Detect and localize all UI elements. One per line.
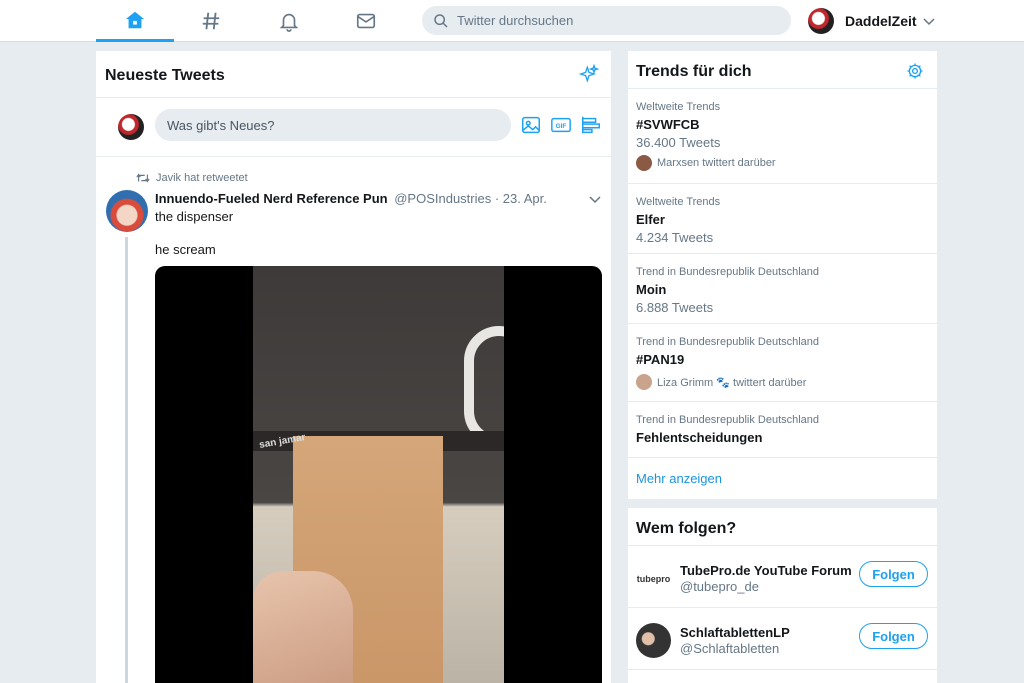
follow-button[interactable]: Folgen <box>859 623 928 649</box>
who-to-follow-panel: Wem folgen? tubepro TubePro.de YouTube F… <box>628 508 937 683</box>
trend-item[interactable]: Weltweite Trends #SVWFCB 36.400 Tweets M… <box>628 89 937 184</box>
trend-name: Elfer <box>636 212 665 227</box>
suggestion-handle: @Schlaftabletten <box>680 641 780 656</box>
trend-count: 4.234 Tweets <box>636 230 714 245</box>
tweet-text: the dispenser <box>155 209 234 224</box>
suggestion-name[interactable]: TubePro.de YouTube Forum <box>680 563 852 578</box>
page-title: Neueste Tweets <box>105 67 225 84</box>
suggestion-name[interactable]: SchlaftablettenLP <box>680 625 790 640</box>
trends-header: Trends für dich <box>628 51 937 89</box>
avatar[interactable] <box>636 623 671 658</box>
suggestion-handle: @tubepro_de <box>680 579 759 594</box>
trend-item[interactable]: Weltweite Trends Elfer 4.234 Tweets <box>628 184 937 254</box>
who-to-follow-header: Wem folgen? <box>628 508 937 546</box>
mail-icon <box>356 13 376 29</box>
account-name: DaddelZeit <box>845 13 917 29</box>
hand <box>253 571 353 683</box>
trend-category: Trend in Bundesrepublik Deutschland <box>636 266 820 278</box>
retweet-context[interactable]: Javik hat retweetet <box>136 172 248 184</box>
image-icon[interactable] <box>520 114 542 136</box>
nav-explore[interactable] <box>172 0 250 42</box>
trend-count: 6.888 Tweets <box>636 300 714 315</box>
trend-category: Trend in Bundesrepublik Deutschland <box>636 414 820 426</box>
who-to-follow-title: Wem folgen? <box>636 520 737 537</box>
trend-category: Weltweite Trends <box>636 196 721 208</box>
poll-icon[interactable] <box>580 114 602 136</box>
trend-context: Marxsen twittert darüber <box>636 155 776 171</box>
trend-context-text: Liza Grimm 🐾 twittert darüber <box>657 376 807 389</box>
show-more-link[interactable]: Mehr anzeigen <box>636 471 722 486</box>
avatar <box>636 155 652 171</box>
search-icon <box>434 13 448 28</box>
timeline-header: Neueste Tweets <box>96 51 611 98</box>
tweet-header: Innuendo-Fueled Nerd Reference Pun @POSI… <box>155 191 547 206</box>
avatar <box>118 114 144 140</box>
trend-name: Fehlentscheidungen <box>636 430 763 445</box>
trend-category: Trend in Bundesrepublik Deutschland <box>636 336 820 348</box>
trend-item[interactable]: Trend in Bundesrepublik Deutschland Fehl… <box>628 402 937 458</box>
hashtag-icon <box>202 12 220 30</box>
trend-name: #PAN19 <box>636 352 685 367</box>
suggestion-item[interactable]: SchlaftablettenLP @Schlaftabletten Folge… <box>628 608 937 670</box>
trends-title: Trends für dich <box>636 63 752 80</box>
chevron-down-icon <box>923 18 935 26</box>
nav-messages[interactable] <box>327 0 405 42</box>
chevron-down-icon[interactable] <box>589 193 601 205</box>
nav-home[interactable] <box>96 0 174 42</box>
search-box[interactable] <box>422 6 791 35</box>
compose-input[interactable] <box>155 109 511 141</box>
trend-item[interactable]: Trend in Bundesrepublik Deutschland Moin… <box>628 254 937 324</box>
gif-icon[interactable]: GIF <box>550 114 572 136</box>
tweet-handle-date[interactable]: @POSIndustries · 23. Apr. <box>394 191 547 206</box>
tweet[interactable]: Javik hat retweetet Innuendo-Fueled Nerd… <box>96 157 611 683</box>
suggestion-item[interactable]: tubepro TubePro.de YouTube Forum @tubepr… <box>628 546 937 608</box>
trend-name: #SVWFCB <box>636 117 700 132</box>
avatar[interactable]: tubepro <box>636 561 671 596</box>
gear-icon[interactable] <box>906 62 924 80</box>
toilet-bowl <box>464 326 504 446</box>
trends-panel: Trends für dich Weltweite Trends #SVWFCB… <box>628 51 937 499</box>
svg-text:GIF: GIF <box>556 123 567 130</box>
author-avatar[interactable] <box>106 190 148 232</box>
home-icon <box>125 11 145 28</box>
bell-icon <box>279 13 299 32</box>
top-navigation-bar: DaddelZeit <box>0 0 1024 42</box>
avatar <box>808 8 834 34</box>
avatar <box>636 374 652 390</box>
avatar-logo-text: tubepro <box>636 573 671 584</box>
follow-button[interactable]: Folgen <box>859 561 928 587</box>
search-input[interactable] <box>457 13 757 28</box>
trend-context: Liza Grimm 🐾 twittert darüber <box>636 374 806 390</box>
video-frame: san jamar <box>253 266 504 683</box>
tweet-video[interactable]: san jamar <box>155 266 602 683</box>
sparkle-icon[interactable] <box>579 64 599 84</box>
retweet-label: Javik hat retweetet <box>156 172 248 184</box>
tweet-composer: GIF <box>96 98 611 157</box>
trend-context-text: Marxsen twittert darüber <box>657 157 776 169</box>
trend-category: Weltweite Trends <box>636 101 721 113</box>
trend-item[interactable]: Trend in Bundesrepublik Deutschland #PAN… <box>628 324 937 402</box>
thread-line <box>125 237 128 683</box>
tweet-text: he scream <box>155 242 216 257</box>
account-menu[interactable]: DaddelZeit <box>808 7 935 35</box>
timeline: Neueste Tweets GIF Javik hat retweetet I… <box>96 51 611 683</box>
tweet-author[interactable]: Innuendo-Fueled Nerd Reference Pun <box>155 191 388 206</box>
retweet-icon <box>136 173 150 183</box>
trend-count: 36.400 Tweets <box>636 135 721 150</box>
trend-name: Moin <box>636 282 667 297</box>
nav-notifications[interactable] <box>250 0 328 42</box>
